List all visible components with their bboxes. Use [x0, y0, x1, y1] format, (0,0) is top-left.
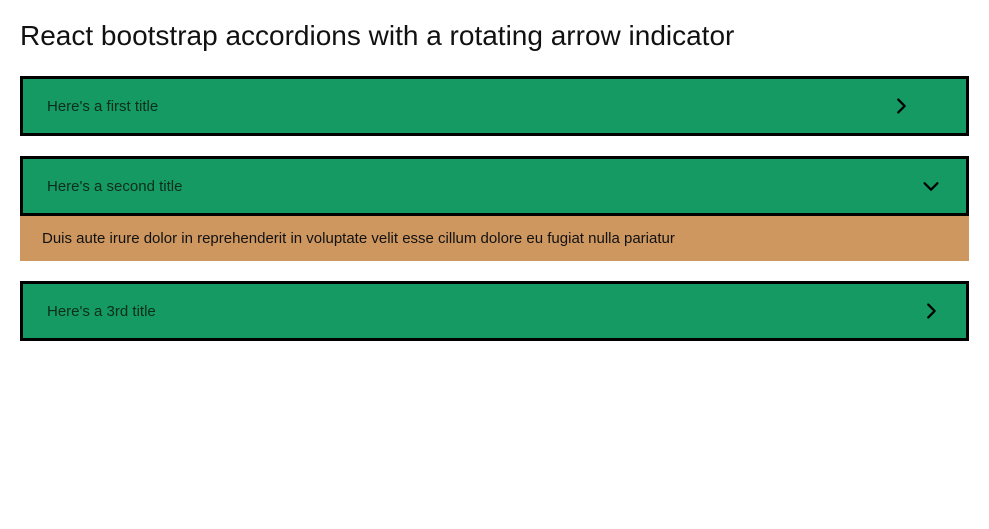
chevron-down-icon [920, 175, 942, 197]
chevron-right-icon [920, 300, 942, 322]
accordion-title-label: Here's a 3rd title [47, 303, 156, 320]
accordion-title-label: Here's a second title [47, 178, 182, 195]
accordion-header-1[interactable]: Here's a first title [20, 76, 969, 136]
accordion-body-text: Duis aute irure dolor in reprehenderit i… [42, 230, 675, 247]
accordion-header-2[interactable]: Here's a second title [20, 156, 969, 216]
chevron-right-icon [890, 95, 912, 117]
accordion-item: Here's a 3rd title [20, 281, 969, 341]
accordion-header-3[interactable]: Here's a 3rd title [20, 281, 969, 341]
accordion-body: Duis aute irure dolor in reprehenderit i… [20, 216, 969, 261]
page-title: React bootstrap accordions with a rotati… [20, 20, 969, 52]
accordion-title-label: Here's a first title [47, 98, 158, 115]
accordion-item: Here's a second title Duis aute irure do… [20, 156, 969, 261]
accordion-item: Here's a first title [20, 76, 969, 136]
